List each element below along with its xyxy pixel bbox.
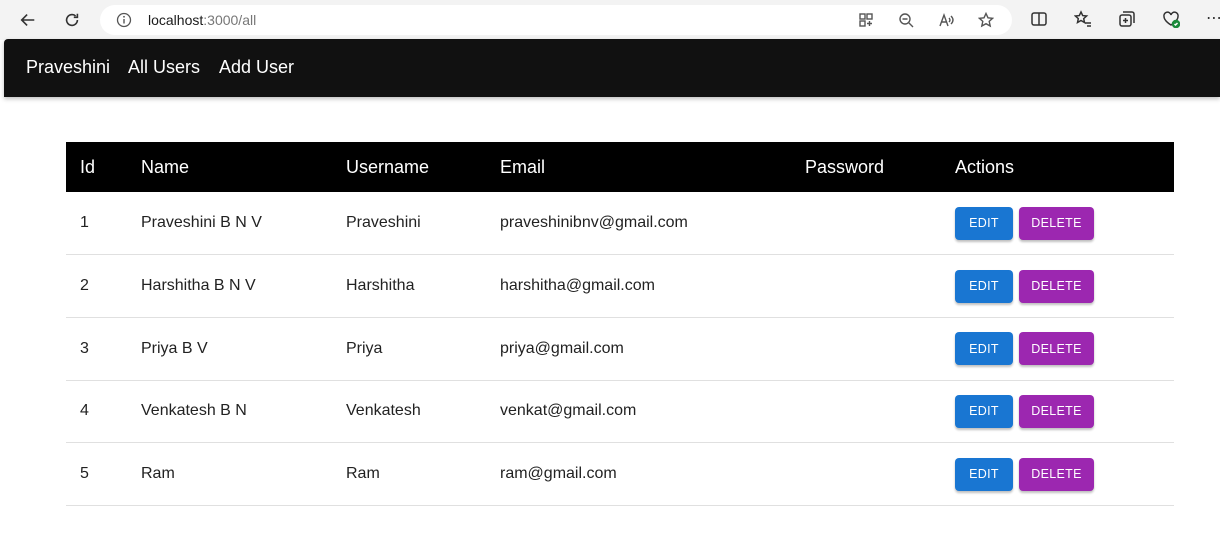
cell-name: Harshitha B N V: [141, 277, 256, 295]
cell-password: [791, 255, 941, 318]
users-table: Id Name Username Email Password Actions …: [66, 142, 1174, 506]
cell-actions: EDIT DELETE: [941, 317, 1174, 380]
app-available-icon[interactable]: [858, 12, 874, 28]
cell-email: harshitha@gmail.com: [500, 277, 655, 295]
favorite-star-icon[interactable]: [977, 11, 995, 28]
cell-actions: EDIT DELETE: [941, 380, 1174, 443]
table-row: 1 Praveshini B N V Praveshini praveshini…: [66, 192, 1174, 255]
cell-id: 5: [80, 465, 89, 483]
back-arrow-icon[interactable]: [14, 6, 42, 34]
header-password: Password: [805, 156, 885, 177]
url-text[interactable]: localhost:3000/all: [148, 12, 256, 28]
users-table-container: Id Name Username Email Password Actions …: [66, 142, 1174, 506]
edit-button[interactable]: EDIT: [955, 394, 1013, 428]
cell-password: [791, 192, 941, 255]
cell-actions: EDIT DELETE: [941, 192, 1174, 255]
table-body: 1 Praveshini B N V Praveshini praveshini…: [66, 192, 1174, 506]
cell-username: Praveshini: [346, 214, 421, 232]
cell-email: praveshinibnv@gmail.com: [500, 214, 688, 232]
table-header: Id Name Username Email Password Actions: [66, 142, 1174, 192]
edit-button[interactable]: EDIT: [955, 332, 1013, 366]
browser-essentials-icon[interactable]: [1162, 10, 1182, 30]
cell-password: [791, 443, 941, 506]
url-path: :3000/all: [203, 12, 257, 28]
app-navbar: Praveshini All Users Add User: [4, 39, 1220, 97]
header-username: Username: [346, 156, 430, 177]
cell-id: 1: [80, 214, 89, 232]
url-host: localhost: [148, 12, 204, 28]
edit-button[interactable]: EDIT: [955, 457, 1013, 491]
info-icon[interactable]: [116, 12, 132, 28]
table-header-row: Id Name Username Email Password Actions: [66, 142, 1174, 192]
table-row: 4 Venkatesh B N Venkatesh venkat@gmail.c…: [66, 380, 1174, 443]
header-id: Id: [80, 156, 96, 177]
cell-username: Harshitha: [346, 277, 415, 295]
header-name: Name: [141, 156, 190, 177]
zoom-icon[interactable]: [898, 12, 914, 28]
browser-toolbar: localhost:3000/all ⋯: [0, 0, 1220, 40]
delete-button[interactable]: DELETE: [1019, 206, 1094, 240]
table-row: 2 Harshitha B N V Harshitha harshitha@gm…: [66, 255, 1174, 318]
cell-password: [791, 317, 941, 380]
header-email: Email: [500, 156, 546, 177]
cell-actions: EDIT DELETE: [941, 255, 1174, 318]
reload-icon[interactable]: [58, 6, 86, 34]
split-screen-icon[interactable]: [1030, 10, 1050, 30]
delete-button[interactable]: DELETE: [1019, 269, 1094, 303]
cell-id: 4: [80, 402, 89, 420]
edit-button[interactable]: EDIT: [955, 269, 1013, 303]
read-aloud-icon[interactable]: [938, 12, 954, 28]
cell-email: venkat@gmail.com: [500, 402, 637, 420]
delete-button[interactable]: DELETE: [1019, 332, 1094, 366]
cell-name: Praveshini B N V: [141, 214, 262, 232]
more-icon[interactable]: ⋯: [1206, 8, 1220, 28]
address-bar[interactable]: localhost:3000/all: [100, 5, 1012, 35]
cell-name: Ram: [141, 465, 175, 483]
nav-brand-link[interactable]: Praveshini: [26, 57, 110, 78]
cell-name: Priya B V: [141, 339, 208, 357]
edit-button[interactable]: EDIT: [955, 206, 1013, 240]
cell-username: Priya: [346, 339, 383, 357]
delete-button[interactable]: DELETE: [1019, 394, 1094, 428]
collections-icon[interactable]: [1118, 10, 1138, 30]
cell-username: Venkatesh: [346, 402, 421, 420]
table-row: 3 Priya B V Priya priya@gmail.com EDIT DE…: [66, 317, 1174, 381]
cell-username: Ram: [346, 465, 380, 483]
delete-button[interactable]: DELETE: [1019, 457, 1094, 491]
header-actions: Actions: [955, 156, 1015, 177]
cell-name: Venkatesh B N: [141, 402, 247, 420]
cell-id: 2: [80, 277, 89, 295]
favorites-icon[interactable]: [1073, 10, 1094, 30]
nav-add-user-link[interactable]: Add User: [219, 57, 294, 78]
cell-email: priya@gmail.com: [500, 339, 624, 357]
cell-password: [791, 380, 941, 443]
table-row: 5 Ram Ram ram@gmail.com EDIT DELETE: [66, 443, 1174, 506]
cell-actions: EDIT DELETE: [941, 443, 1174, 506]
cell-id: 3: [80, 339, 89, 357]
nav-all-users-link[interactable]: All Users: [128, 57, 200, 78]
cell-email: ram@gmail.com: [500, 465, 617, 483]
